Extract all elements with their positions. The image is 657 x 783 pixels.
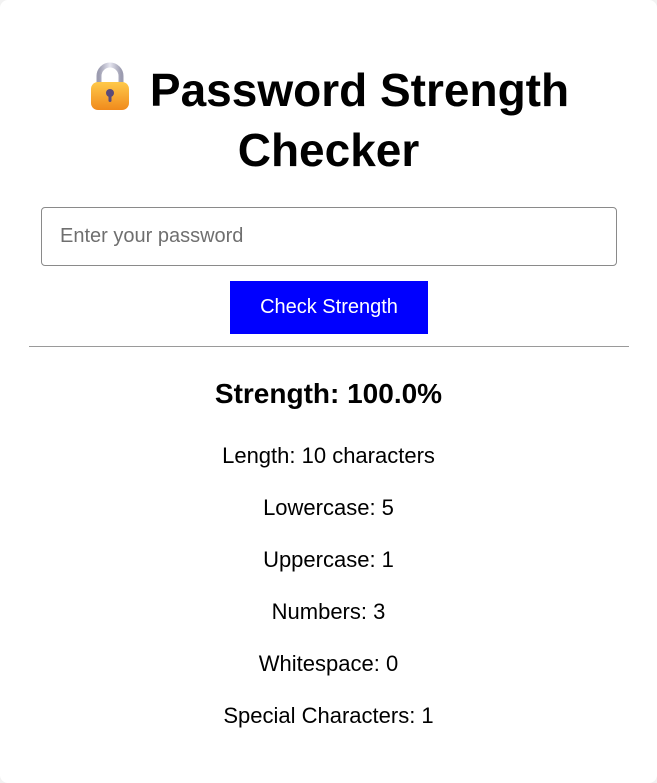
title-line-1: Password Strength: [149, 64, 570, 116]
strength-result: Strength: 100.0%: [214, 378, 443, 409]
checker-card: Password Strength Checker Check Strength…: [0, 0, 657, 783]
stat-length: Length: 10 characters: [222, 443, 435, 468]
stat-numbers: Numbers: 3: [271, 599, 386, 624]
check-strength-button[interactable]: Check Strength: [230, 281, 428, 334]
stat-special-characters: Special Characters: 1: [223, 703, 434, 728]
stats-list: Length: 10 characters Lowercase: 5 Upper…: [0, 440, 657, 752]
stat-whitespace: Whitespace: 0: [258, 651, 399, 676]
divider: [29, 346, 629, 347]
stat-lowercase: Lowercase: 5: [263, 495, 394, 520]
password-input[interactable]: [41, 207, 617, 266]
lock-icon: [88, 62, 132, 123]
stat-uppercase: Uppercase: 1: [263, 547, 394, 572]
title-line-2: Checker: [237, 124, 420, 176]
page-title: Password Strength Checker: [0, 62, 657, 177]
